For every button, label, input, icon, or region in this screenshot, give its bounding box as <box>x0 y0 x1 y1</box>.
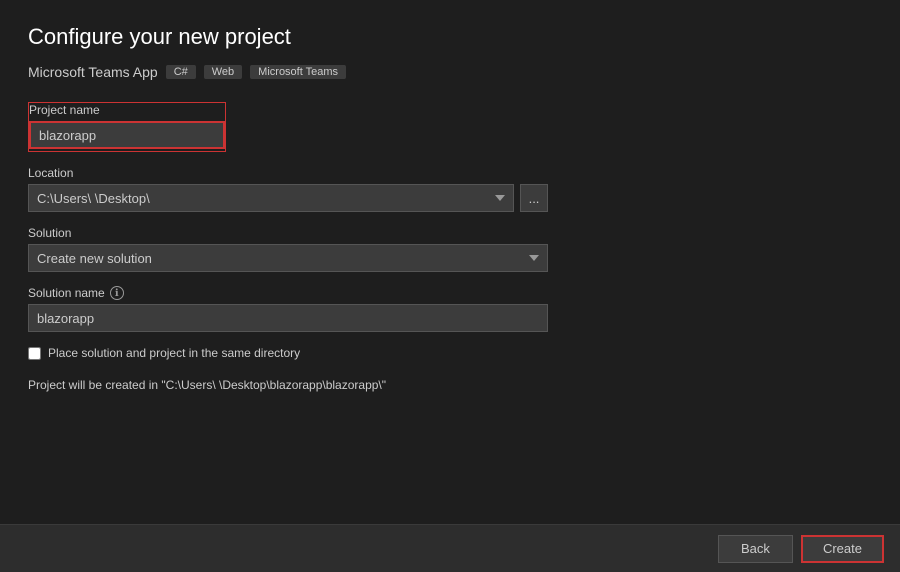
tag-teams: Microsoft Teams <box>250 65 346 79</box>
solution-name-label: Solution name ℹ <box>28 286 872 300</box>
back-button[interactable]: Back <box>718 535 793 563</box>
create-button[interactable]: Create <box>801 535 884 563</box>
project-name-section: Project name <box>28 102 872 152</box>
same-directory-label: Place solution and project in the same d… <box>48 346 300 360</box>
same-directory-checkbox[interactable] <box>28 347 41 360</box>
bottom-bar: Back Create <box>0 524 900 572</box>
project-name-label-wrapper: Project name <box>28 102 226 152</box>
solution-name-section: Solution name ℹ <box>28 286 872 332</box>
path-info: Project will be created in "C:\Users\ \D… <box>28 378 872 392</box>
same-directory-row: Place solution and project in the same d… <box>28 346 872 360</box>
location-section: Location C:\Users\ \Desktop\ ... <box>28 166 872 212</box>
configure-project-page: Configure your new project Microsoft Tea… <box>0 0 900 572</box>
solution-section: Solution Create new solution Add to solu… <box>28 226 872 272</box>
project-name-input[interactable] <box>29 121 225 149</box>
project-name-label: Project name <box>29 103 225 117</box>
tag-web: Web <box>204 65 242 79</box>
browse-button[interactable]: ... <box>520 184 548 212</box>
template-name: Microsoft Teams App <box>28 64 158 80</box>
solution-label: Solution <box>28 226 872 240</box>
location-select[interactable]: C:\Users\ \Desktop\ <box>28 184 514 212</box>
page-title: Configure your new project <box>28 24 872 50</box>
tag-csharp: C# <box>166 65 196 79</box>
location-label: Location <box>28 166 872 180</box>
solution-dropdown[interactable]: Create new solution Add to solution <box>28 244 548 272</box>
solution-name-input[interactable] <box>28 304 548 332</box>
subtitle-row: Microsoft Teams App C# Web Microsoft Tea… <box>28 64 872 80</box>
solution-name-info-icon: ℹ <box>110 286 124 300</box>
location-row: C:\Users\ \Desktop\ ... <box>28 184 548 212</box>
